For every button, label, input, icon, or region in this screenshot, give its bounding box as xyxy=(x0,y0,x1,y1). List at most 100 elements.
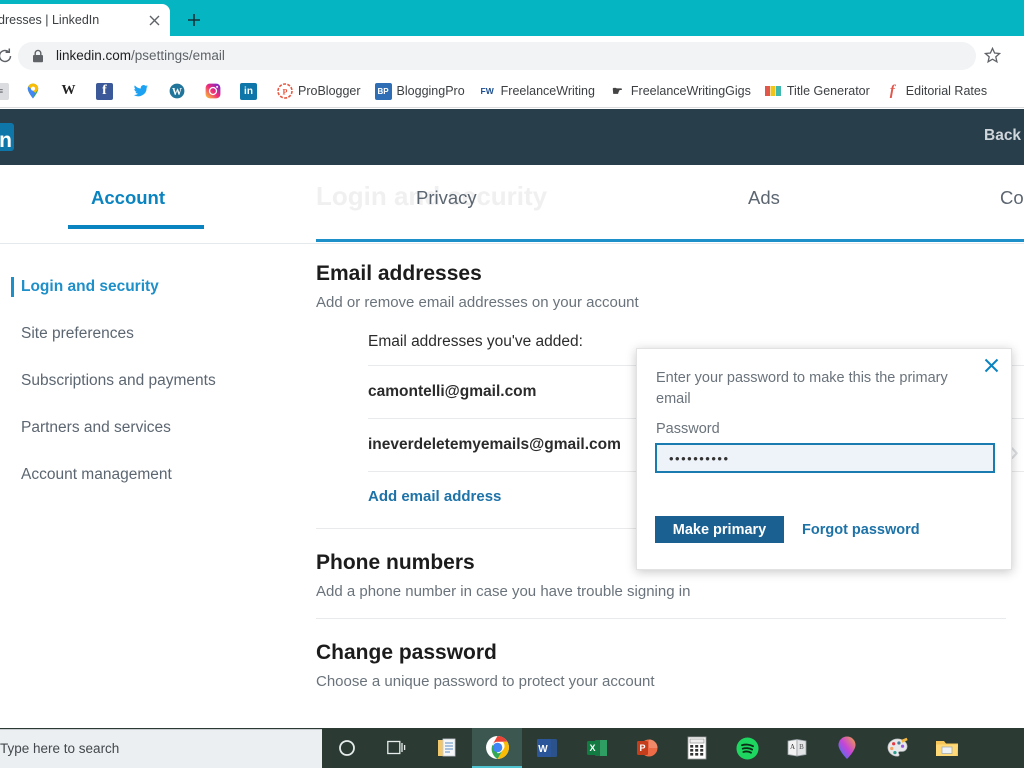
cortana-icon[interactable] xyxy=(322,728,372,768)
sidebar-item-login-and-security[interactable]: Login and security xyxy=(0,275,300,299)
browser-tab[interactable]: dresses | LinkedIn xyxy=(0,4,170,36)
linkedin-icon: in xyxy=(240,82,257,100)
bookmark-label: Editorial Rates xyxy=(905,84,988,98)
twitter-icon xyxy=(132,83,149,100)
paint-icon[interactable] xyxy=(872,728,922,768)
bookmark-item-linkedin[interactable]: in xyxy=(240,79,262,103)
bookmark-item-freelancewriting[interactable]: FW FreelanceWriting xyxy=(479,79,595,103)
bookmark-item-wikipedia[interactable]: W xyxy=(60,79,82,103)
bookmark-label: FreelanceWriting xyxy=(500,84,595,98)
svg-text:P: P xyxy=(639,743,645,753)
password-section-title: Change password xyxy=(316,641,497,664)
bloggingpro-icon: BP xyxy=(374,82,392,100)
instagram-icon xyxy=(204,83,221,100)
freelancewriting-icon: FW xyxy=(480,86,494,96)
svg-text:B: B xyxy=(799,743,804,751)
url-bar[interactable]: linkedin.com/psettings/email xyxy=(18,41,976,70)
reload-icon[interactable] xyxy=(0,47,14,65)
bookmark-item-title-generator[interactable]: Title Generator xyxy=(765,79,870,103)
close-icon[interactable] xyxy=(142,8,166,32)
windows-taskbar: Type here to search W X P A B xyxy=(0,728,1024,768)
new-tab-button[interactable] xyxy=(180,6,208,34)
password-input[interactable]: •••••••••• xyxy=(655,443,995,473)
back-to-linkedin-link[interactable]: Back to xyxy=(984,127,1024,145)
sidebar-item-site-preferences[interactable]: Site preferences xyxy=(0,322,300,346)
taskbar-search[interactable]: Type here to search xyxy=(0,728,322,768)
bookmark-item-twitter[interactable] xyxy=(132,79,154,103)
tab-communications[interactable]: Co xyxy=(1000,187,1024,209)
chrome-icon[interactable] xyxy=(472,728,522,768)
bookmark-item-instagram[interactable] xyxy=(204,79,226,103)
powerpoint-icon[interactable]: P xyxy=(622,728,672,768)
browser-tabstrip: dresses | LinkedIn xyxy=(0,0,1024,36)
bookmark-label: FreelanceWritingGigs xyxy=(630,84,751,98)
photos-icon[interactable] xyxy=(822,728,872,768)
bookmark-label: BloggingPro xyxy=(396,84,465,98)
bookmark-label: ProBlogger xyxy=(298,84,361,98)
problogger-icon: P xyxy=(276,83,293,100)
svg-text:A: A xyxy=(790,743,795,751)
bookmark-item-wordpress[interactable]: W xyxy=(168,79,190,103)
browser-tab-title: dresses | LinkedIn xyxy=(0,13,100,27)
sticky-notes-icon[interactable] xyxy=(422,728,472,768)
close-icon[interactable] xyxy=(984,358,999,376)
taskbar-search-placeholder: Type here to search xyxy=(0,741,120,756)
bookmark-item-facebook[interactable]: f xyxy=(96,79,118,103)
svg-text:W: W xyxy=(172,87,182,98)
phone-section-subtitle: Add a phone number in case you have trou… xyxy=(316,583,691,600)
title-generator-icon xyxy=(765,83,782,100)
wordpress-icon: W xyxy=(168,83,185,100)
bookmark-item-maps[interactable] xyxy=(24,79,46,103)
sidebar-item-partners-and-services[interactable]: Partners and services xyxy=(0,416,300,440)
file-explorer-icon[interactable] xyxy=(922,728,972,768)
tab-ads[interactable]: Ads xyxy=(748,187,780,209)
password-section-subtitle: Choose a unique password to protect your… xyxy=(316,673,655,690)
sidebar-item-subscriptions-and-payments[interactable]: Subscriptions and payments xyxy=(0,369,300,393)
excel-icon[interactable]: X xyxy=(572,728,622,768)
tab-account-underline xyxy=(68,225,204,229)
make-primary-button[interactable]: Make primary xyxy=(655,516,784,543)
bookmark-item-bloggingpro[interactable]: BP BloggingPro xyxy=(374,79,465,103)
svg-text:W: W xyxy=(538,744,548,755)
app-icon: ≡ xyxy=(0,82,9,100)
make-primary-password-popup: Enter your password to make this the pri… xyxy=(636,348,1012,570)
forgot-password-link[interactable]: Forgot password xyxy=(802,516,920,543)
browser-omnibar: linkedin.com/psettings/email xyxy=(0,36,1024,75)
password-label: Password xyxy=(656,421,720,437)
sidebar-item-account-management[interactable]: Account management xyxy=(0,463,300,487)
spotify-icon[interactable] xyxy=(722,728,772,768)
divider xyxy=(316,618,1006,619)
editorial-rates-icon: f xyxy=(889,82,895,99)
bookmark-item-freelancewritinggigs[interactable]: ☛ FreelanceWritingGigs xyxy=(609,79,751,103)
tab-privacy[interactable]: Privacy xyxy=(416,187,477,209)
bookmark-item[interactable]: ≡ xyxy=(0,79,14,103)
lock-icon xyxy=(32,49,46,63)
url-domain: linkedin.com xyxy=(56,48,132,63)
settings-sidebar: Login and security Site preferences Subs… xyxy=(0,275,300,510)
bookmarks-bar: ≡ W f W xyxy=(0,75,1024,108)
bookmark-label: Title Generator xyxy=(786,84,870,98)
linkedin-logo[interactable]: in xyxy=(0,123,14,151)
password-section: Change password Choose a unique password… xyxy=(316,641,1024,690)
wikipedia-icon: W xyxy=(61,83,76,98)
svg-text:P: P xyxy=(282,88,287,97)
tab-account[interactable]: Account xyxy=(91,187,165,209)
google-maps-icon xyxy=(24,83,41,100)
content-top-rule xyxy=(316,239,1024,242)
calculator-icon[interactable] xyxy=(672,728,722,768)
url-path: /psettings/email xyxy=(131,48,225,63)
email-section-title: Email addresses xyxy=(316,262,482,285)
screen: dresses | LinkedIn linkedin.com/psetting… xyxy=(0,0,1024,768)
linkedin-header: in Back to xyxy=(0,109,1024,165)
bookmark-item-problogger[interactable]: P ProBlogger xyxy=(276,79,361,103)
star-icon[interactable] xyxy=(983,46,1002,65)
word-icon[interactable]: W xyxy=(522,728,572,768)
task-view-icon[interactable] xyxy=(372,728,422,768)
dictionary-icon[interactable]: AB xyxy=(772,728,822,768)
url-text: linkedin.com/psettings/email xyxy=(56,48,225,63)
email-section-subtitle: Add or remove email addresses on your ac… xyxy=(316,294,639,311)
popup-message: Enter your password to make this the pri… xyxy=(656,370,948,407)
bookmark-item-editorial-rates[interactable]: f Editorial Rates xyxy=(884,79,987,103)
taskbar-icons: W X P AB xyxy=(322,728,972,768)
svg-text:X: X xyxy=(589,743,595,753)
